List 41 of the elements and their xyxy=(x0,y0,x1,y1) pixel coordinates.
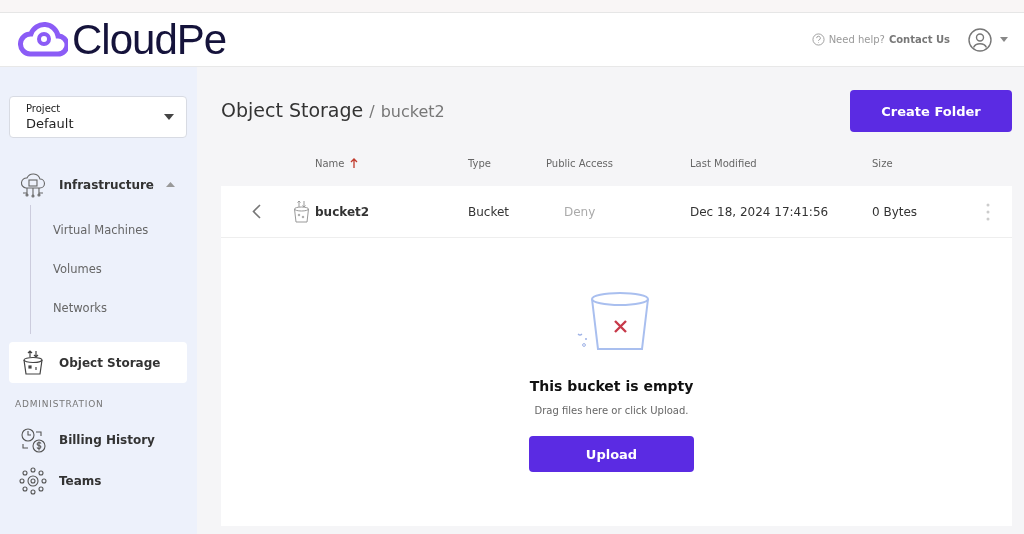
logo-text: CloudPe xyxy=(72,15,227,64)
team-network-icon xyxy=(19,466,47,495)
nav-item[interactable]: Object Storage xyxy=(9,342,187,383)
project-dropdown[interactable]: Project Default xyxy=(9,96,187,138)
empty-state-title: This bucket is empty xyxy=(529,378,694,394)
breadcrumb-separator: / xyxy=(369,102,375,121)
cloud-logo-icon xyxy=(18,21,68,58)
table-cell[interactable]: bucket2 xyxy=(315,204,370,219)
user-avatar-icon[interactable] xyxy=(968,27,992,52)
section-heading: ADMINISTRATION xyxy=(15,399,105,409)
empty-state-hint: Drag files here or click Upload. xyxy=(534,405,689,416)
breadcrumb-current: bucket2 xyxy=(380,102,445,121)
table-cell: 0 Bytes xyxy=(872,204,918,219)
nav-subitem[interactable]: Volumes xyxy=(31,250,197,289)
sort-arrow-icon[interactable] xyxy=(349,158,358,168)
collapse-caret-icon[interactable] xyxy=(166,182,175,187)
column-header[interactable]: Size xyxy=(872,157,893,169)
column-header[interactable]: Type xyxy=(468,157,491,169)
upload-button[interactable]: Upload xyxy=(529,436,694,472)
cloud-network-icon xyxy=(19,170,47,199)
nav-item[interactable]: Billing History xyxy=(9,419,187,460)
bucket-icon xyxy=(293,199,310,224)
create-folder-button[interactable]: Create Folder xyxy=(850,90,1012,132)
nav-subitem[interactable]: Networks xyxy=(31,289,197,328)
nav-subitem[interactable]: Virtual Machines xyxy=(31,211,197,250)
table-cell: Dec 18, 2024 17:41:56 xyxy=(690,204,829,219)
help-text: Need help? xyxy=(828,34,885,45)
column-header[interactable]: Name xyxy=(315,157,345,169)
back-chevron-icon[interactable] xyxy=(251,204,261,219)
nav-item[interactable]: Infrastructure xyxy=(9,164,187,205)
nav-item[interactable]: Teams xyxy=(9,460,187,501)
caret-icon xyxy=(164,114,174,120)
contact-link[interactable]: Contact Us xyxy=(888,34,950,45)
page-title[interactable]: Object Storage xyxy=(221,99,364,121)
table-cell: Bucket xyxy=(468,204,510,219)
column-header[interactable]: Last Modified xyxy=(690,157,757,169)
caret-icon[interactable] xyxy=(1000,37,1008,42)
table-cell: Deny xyxy=(564,204,596,219)
clock-coin-icon xyxy=(19,425,47,454)
help-icon xyxy=(811,33,825,46)
column-header[interactable]: Public Access xyxy=(546,157,613,169)
